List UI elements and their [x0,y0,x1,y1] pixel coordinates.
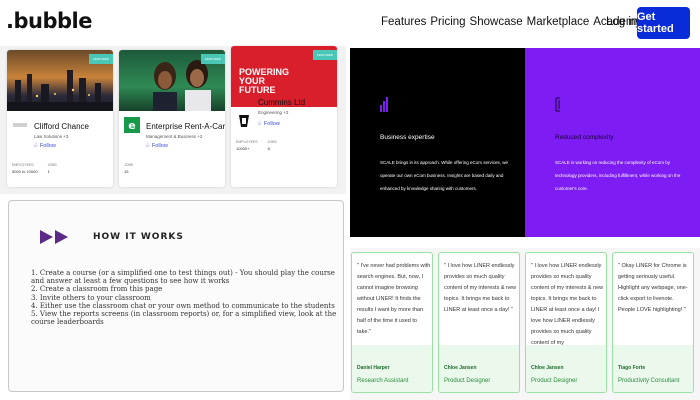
step-item: 5. View the reports screens (in classroo… [31,310,337,327]
featured-tag: FEATURED [89,54,113,64]
step-item: 3. Invite others to your classroom [31,293,151,302]
follow-button[interactable]: ♤ Follow [145,142,168,149]
site-header: .bubble Features Pricing Showcase Market… [0,0,700,46]
employees-value: 5000 to 10000 [12,169,38,174]
company-card-cummins[interactable]: POWERING YOUR FUTURE FEATURED Cummins Lt… [231,46,337,187]
cummins-logo-icon [236,113,252,129]
company-category: Law Solutions +3 [34,134,69,139]
feature-banner: Business expertise SCALE brings in its a… [350,48,700,237]
company-card-enterprise[interactable]: FEATURED e Enterprise Rent-A-Car Managem… [119,50,225,187]
clifford-chance-logo-icon [12,117,28,133]
nav-pricing[interactable]: Pricing [430,16,465,28]
company-category: Management & Business +2 [146,134,203,139]
reduced-complexity-panel: Reduced complexity SCALE is working on r… [525,48,700,237]
step-item: 4. Either use the classroom chat or your… [31,301,335,310]
jobs-label: JOBS [124,163,134,167]
testimonial-quote: " I love how LINER endlessly provides so… [444,263,517,313]
step-item: 2. Create a classroom from this page [31,285,163,294]
testimonial-card: " I love how LINER endlessly provides so… [438,252,520,393]
jobs-value: 1 [47,169,50,174]
company-showcase: FEATURED Clifford Chance Law Solutions +… [0,46,346,194]
employees-value: 10000+ [236,146,250,151]
company-category: Engineering +3 [258,110,289,115]
company-stats: EMPLOYEES 5000 to 10000 JOBS 1 [12,163,57,174]
testimonial-name: Daniel Harper [357,365,390,371]
nav-showcase[interactable]: Showcase [470,16,523,28]
testimonial-role: Product Designer [444,378,491,384]
employees-label: EMPLOYEES [236,140,258,144]
panel-body: SCALE is working on reducing the complex… [555,160,681,191]
chart-bars-icon [380,97,388,112]
step-item: 1. Create a course (or a simplified one … [31,269,335,286]
jobs-label: JOBS [47,163,57,167]
banner-text: POWERING YOUR FUTURE [239,67,290,95]
testimonial-role: Productivity Consultant [618,378,680,384]
employees-label: EMPLOYEES [12,163,34,167]
how-it-works-title: HOW IT WORKS [93,232,184,242]
nav-marketplace[interactable]: Marketplace [527,16,590,28]
bell-icon: ♤ [145,143,151,149]
featured-tag: FEATURED [201,54,225,64]
jobs-label: JOBS [267,140,277,144]
testimonial-role: Product Designer [531,378,578,384]
testimonial-quote: " Okay LINER for Chrome is getting serio… [618,263,688,313]
bell-icon: ♤ [33,143,39,149]
company-name: Enterprise Rent-A-Car [146,122,225,131]
testimonials-strip: " I've never had problems with search en… [350,248,700,400]
jobs-value: 15 [124,169,129,174]
company-name: Clifford Chance [34,122,89,131]
testimonial-card: " I love how LINER endlessly provides so… [525,252,607,393]
how-it-works-panel: HOW IT WORKS 1. Create a course (or a si… [8,200,344,392]
panel-title: Reduced complexity [555,134,614,141]
testimonial-card: " Okay LINER for Chrome is getting serio… [612,252,694,393]
bracket-icon [555,97,563,112]
follow-label: Follow [151,143,168,149]
testimonial-quote: " I love how LINER endlessly provides so… [531,263,604,346]
follow-button[interactable]: ♤ Follow [33,142,56,149]
nav-features[interactable]: Features [381,16,426,28]
testimonial-name: Chloe Jansen [531,365,564,371]
svg-text:e: e [128,119,135,132]
jobs-value: 8 [267,146,270,151]
testimonial-card: " I've never had problems with search en… [351,252,433,393]
featured-tag: FEATURED [313,50,337,60]
business-expertise-panel: Business expertise SCALE brings in its a… [350,48,525,237]
follow-label: Follow [39,143,56,149]
company-name: Cummins Ltd [258,98,306,107]
get-started-button[interactable]: Get started [637,7,690,39]
enterprise-logo-icon: e [124,117,140,133]
bell-icon: ♤ [257,121,263,127]
steps-list: 1. Create a course (or a simplified one … [31,269,341,326]
testimonial-name: Tiago Forte [618,365,646,371]
company-card-clifford-chance[interactable]: FEATURED Clifford Chance Law Solutions +… [7,50,113,187]
main-nav: Features Pricing Showcase Marketplace Ac… [381,16,641,28]
bubble-logo[interactable]: .bubble [6,9,92,33]
testimonial-quote: " I've never had problems with search en… [357,263,431,335]
follow-button[interactable]: ♤ Follow [257,120,280,127]
double-play-icon [40,230,70,244]
follow-label: Follow [263,121,280,127]
login-link[interactable]: Log in [606,16,637,28]
testimonial-role: Research Assistant [357,378,409,384]
testimonial-name: Chloe Jansen [444,365,477,371]
panel-title: Business expertise [380,134,435,141]
panel-body: SCALE brings in its approach. While offe… [380,160,508,191]
company-stats: JOBS 15 [124,163,133,174]
company-stats: EMPLOYEES 10000+ JOBS 8 [236,140,277,151]
